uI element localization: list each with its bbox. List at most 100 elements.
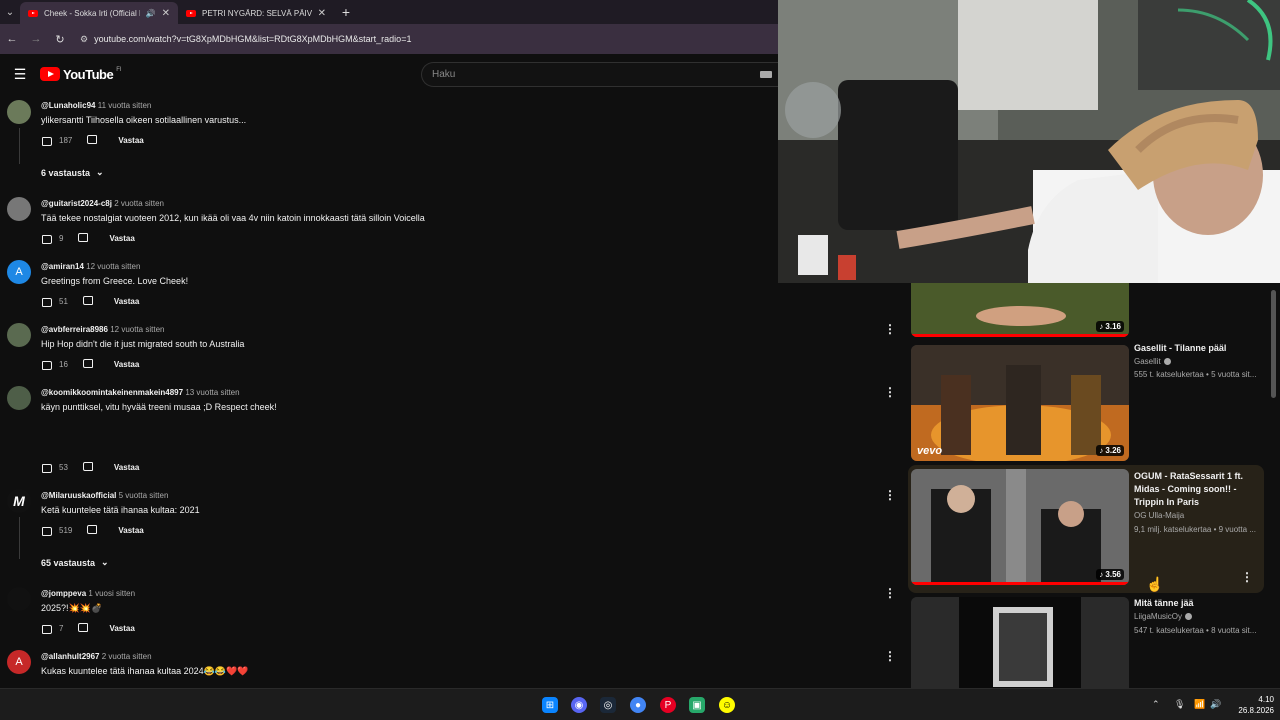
reply-button[interactable]: Vastaa — [114, 297, 139, 306]
dislike-icon[interactable] — [77, 233, 89, 244]
thumbnail-image — [911, 345, 1129, 461]
avatar[interactable]: M — [7, 489, 31, 513]
reload-icon[interactable]: ↻ — [48, 33, 72, 46]
steam-icon[interactable]: ◎ — [600, 697, 616, 713]
video-title[interactable]: OGUM - RataSessarit 1 ft. Midas - Coming… — [1134, 470, 1266, 509]
chevron-up-icon[interactable]: ⌃ — [1152, 699, 1160, 710]
reply-button[interactable]: Vastaa — [118, 526, 143, 535]
microphone-icon[interactable]: 🎙 — [1174, 699, 1185, 710]
comment-more-icon[interactable]: ⋮ — [884, 587, 896, 599]
comment-author[interactable]: @avbferreira8986 — [41, 325, 108, 334]
channel-name[interactable]: Gasellit — [1134, 357, 1171, 366]
like-icon[interactable] — [41, 462, 53, 473]
new-tab-icon[interactable]: + — [334, 4, 358, 20]
video-thumbnail[interactable] — [911, 597, 1129, 688]
video-thumbnail[interactable]: ♪ 3.16 — [911, 283, 1129, 337]
video-thumbnail[interactable]: ♪ 3.56 — [911, 469, 1129, 585]
volume-icon[interactable]: 🔊 — [1210, 699, 1221, 710]
dislike-icon[interactable] — [77, 623, 89, 634]
reply-button[interactable]: Vastaa — [109, 234, 134, 243]
start-icon[interactable]: ⊞ — [542, 697, 558, 713]
reply-button[interactable]: Vastaa — [114, 360, 139, 369]
show-replies-button[interactable]: 65 vastausta ⌄ — [41, 557, 109, 568]
browser-tab[interactable]: PETRI NYGÅRD: SELVÄ PÄIVÄ feat ✕ — [178, 2, 334, 24]
avatar[interactable] — [7, 100, 31, 124]
like-icon[interactable] — [41, 525, 53, 536]
snapchat-icon[interactable]: ☺ — [719, 697, 735, 713]
clock[interactable]: 4.10 26.8.2026 — [1232, 694, 1274, 716]
like-icon[interactable] — [41, 233, 53, 244]
forward-arrow-icon[interactable]: → — [24, 33, 48, 45]
comment-time[interactable]: 12 vuotta sitten — [86, 262, 140, 271]
keyboard-icon[interactable] — [760, 71, 772, 78]
channel-name[interactable]: OG Ulla-Maija — [1134, 511, 1184, 520]
comment-time[interactable]: 2 vuotta sitten — [102, 652, 152, 661]
comment-author[interactable]: @Lunaholic94 — [41, 101, 95, 110]
dislike-icon[interactable] — [82, 359, 94, 370]
youtube-logo[interactable]: YouTube FI — [40, 67, 122, 82]
close-tab-icon[interactable]: ✕ — [318, 8, 326, 19]
menu-icon[interactable]: ☰ — [0, 66, 40, 83]
comment-time[interactable]: 2 vuotta sitten — [114, 199, 164, 208]
comment-time[interactable]: 13 vuotta sitten — [185, 388, 239, 397]
comment-more-icon[interactable]: ⋮ — [884, 489, 896, 501]
chrome-icon[interactable]: ● — [630, 697, 646, 713]
comment-time[interactable]: 12 vuotta sitten — [110, 325, 164, 334]
region-label: FI — [116, 67, 122, 73]
reply-button[interactable]: Vastaa — [114, 463, 139, 472]
comment-author[interactable]: @Milaruuskaofficial — [41, 491, 116, 500]
comment-time[interactable]: 11 vuotta sitten — [98, 101, 152, 110]
close-tab-icon[interactable]: ✕ — [162, 8, 170, 19]
comment-time[interactable]: 1 vuosi sitten — [88, 589, 135, 598]
tab-search-chevron-icon[interactable]: ⌄ — [0, 0, 20, 24]
comment-more-icon[interactable]: ⋮ — [884, 386, 896, 398]
wifi-icon[interactable]: 📶 — [1194, 699, 1205, 710]
discord-icon[interactable]: ◉ — [571, 697, 587, 713]
video-more-icon[interactable]: ⋮ — [1241, 570, 1253, 584]
speaker-icon[interactable]: 🔊 — [146, 9, 156, 18]
channel-name[interactable]: LiigaMusicOy — [1134, 612, 1193, 621]
video-title[interactable]: Mitä tänne jää — [1134, 597, 1266, 610]
reply-button[interactable]: Vastaa — [109, 624, 134, 633]
avatar[interactable]: A — [7, 260, 31, 284]
reply-button[interactable]: Vastaa — [118, 136, 143, 145]
comment-author[interactable]: @koomikkoomintakeinenmakein4897 — [41, 388, 183, 397]
show-replies-button[interactable]: 6 vastausta ⌄ — [41, 167, 104, 178]
video-thumbnail[interactable]: vevo ♪ 3.26 — [911, 345, 1129, 461]
pinterest-icon[interactable]: P — [660, 697, 676, 713]
avatar[interactable] — [7, 323, 31, 347]
recommended-video[interactable]: vevo ♪ 3.26 Gasellit - Tilanne pääl Gase… — [900, 343, 1270, 463]
like-icon[interactable] — [41, 296, 53, 307]
like-icon[interactable] — [41, 135, 53, 146]
dislike-icon[interactable] — [86, 135, 98, 146]
avatar[interactable]: A — [7, 650, 31, 674]
comment-more-icon[interactable]: ⋮ — [884, 650, 896, 662]
comment-time[interactable]: 5 vuotta sitten — [119, 491, 169, 500]
comment-author[interactable]: @allanhult2967 — [41, 652, 100, 661]
site-info-icon[interactable]: ⚙ — [80, 34, 88, 45]
recommended-video[interactable]: Mitä tänne jää LiigaMusicOy 547 t. katse… — [900, 595, 1270, 688]
comment-more-icon[interactable]: ⋮ — [884, 323, 896, 335]
like-icon[interactable] — [41, 359, 53, 370]
verified-icon — [1163, 358, 1171, 366]
url-field[interactable]: ⚙ youtube.com/watch?v=tG8XpMDbHGM&list=R… — [80, 34, 411, 45]
recommended-video[interactable]: ♪ 3.16 — [900, 283, 1270, 339]
comment-author[interactable]: @guitarist2024-c8j — [41, 199, 112, 208]
app-icon[interactable]: ▣ — [689, 697, 705, 713]
scrollbar[interactable] — [1271, 290, 1276, 398]
browser-tab-active[interactable]: Cheek - Sokka Irti (Official M 🔊 ✕ — [20, 2, 178, 24]
avatar[interactable] — [7, 587, 31, 611]
dislike-icon[interactable] — [82, 462, 94, 473]
like-icon[interactable] — [41, 623, 53, 634]
back-arrow-icon[interactable]: ← — [0, 33, 24, 45]
comment-author[interactable]: @amiran14 — [41, 262, 84, 271]
recommended-video[interactable]: ♪ 3.56 OGUM - RataSessarit 1 ft. Midas -… — [908, 465, 1264, 593]
dislike-icon[interactable] — [86, 525, 98, 536]
video-title[interactable]: Gasellit - Tilanne pääl — [1134, 342, 1266, 355]
avatar[interactable] — [7, 197, 31, 221]
dislike-icon[interactable] — [82, 296, 94, 307]
comment-author[interactable]: @jomppeva — [41, 589, 86, 598]
thumbnail-image — [911, 469, 1129, 585]
search-input[interactable]: Haku — [421, 62, 778, 87]
avatar[interactable] — [7, 386, 31, 410]
